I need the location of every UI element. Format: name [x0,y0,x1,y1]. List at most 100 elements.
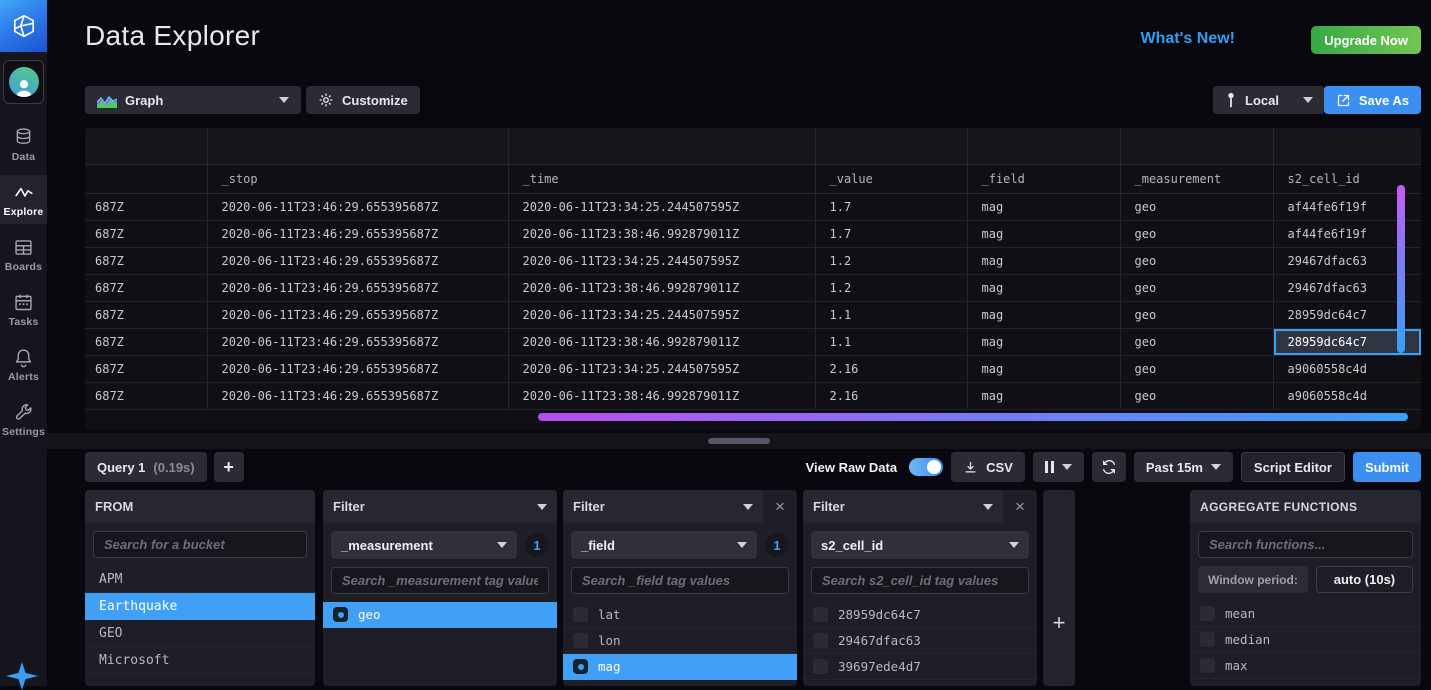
table-cell[interactable]: 2.16 [815,355,967,382]
bucket-list-item[interactable]: APM [85,566,315,593]
checkbox[interactable] [1200,606,1215,621]
table-cell[interactable]: 2020-06-11T23:38:46.992879011Z [508,220,815,247]
table-cell[interactable]: 2.16 [815,382,967,409]
table-cell[interactable]: 2020-06-11T23:46:29.655395687Z [207,247,508,274]
table-cell[interactable]: 687Z [85,247,207,274]
filter-card-header[interactable]: Filter [323,490,557,523]
tag-value-search-input[interactable] [811,567,1029,594]
tag-key-dropdown[interactable]: _measurement [331,531,517,559]
function-list-item[interactable]: max [1190,653,1421,679]
tag-value-item[interactable]: mag [563,654,797,680]
table-cell[interactable]: 2020-06-11T23:38:46.992879011Z [508,382,815,409]
close-filter-button[interactable]: × [1003,490,1037,523]
filter-card-header[interactable]: Filter [563,490,763,523]
table-cell[interactable]: 2020-06-11T23:46:29.655395687Z [207,301,508,328]
table-cell[interactable]: 1.7 [815,220,967,247]
table-cell[interactable]: geo [1120,220,1273,247]
table-cell[interactable]: mag [967,328,1120,355]
column-header[interactable]: _field [967,164,1120,193]
column-header[interactable]: _value [815,164,967,193]
table-cell[interactable]: a9060558c4d [1273,382,1421,409]
scope-dropdown[interactable]: Local [1213,86,1325,114]
table-cell[interactable]: 2020-06-11T23:34:25.244507595Z [508,247,815,274]
save-as-button[interactable]: Save As [1324,86,1421,114]
function-list-item[interactable]: median [1190,627,1421,653]
table-cell[interactable]: geo [1120,301,1273,328]
checkbox[interactable] [573,633,588,648]
tag-value-item[interactable]: 39697ede4d7 [803,654,1037,680]
table-cell[interactable]: mag [967,247,1120,274]
sidebar-item-settings[interactable]: Settings [0,395,47,444]
tag-value-item[interactable]: 29467dfac63 [803,628,1037,654]
table-cell[interactable]: 2020-06-11T23:46:29.655395687Z [207,328,508,355]
close-filter-button[interactable]: × [763,490,797,523]
column-header[interactable]: _measurement [1120,164,1273,193]
table-cell[interactable]: 2020-06-11T23:34:25.244507595Z [508,193,815,220]
table-cell[interactable]: mag [967,382,1120,409]
tag-key-dropdown[interactable]: s2_cell_id [811,531,1029,559]
tag-value-item[interactable]: 28959dc64c7 [803,602,1037,628]
table-cell[interactable]: geo [1120,355,1273,382]
csv-download-button[interactable]: CSV [951,452,1025,482]
resize-drag-handle[interactable] [708,438,770,444]
influxdb-logo[interactable] [0,0,47,52]
upgrade-now-button[interactable]: Upgrade Now [1311,26,1421,54]
tag-value-item[interactable]: lon [563,628,797,654]
table-cell[interactable]: 2020-06-11T23:34:25.244507595Z [508,355,815,382]
table-cell[interactable]: geo [1120,328,1273,355]
table-cell[interactable]: 687Z [85,274,207,301]
table-cell[interactable]: 2020-06-11T23:46:29.655395687Z [207,355,508,382]
refresh-button[interactable] [1092,452,1126,482]
column-header-clipped[interactable] [85,164,207,193]
view-type-dropdown[interactable]: Graph [85,86,301,114]
table-cell[interactable]: 1.2 [815,247,967,274]
time-range-dropdown[interactable]: Past 15m [1134,452,1233,482]
user-avatar[interactable] [3,60,44,104]
table-cell[interactable]: geo [1120,274,1273,301]
query-tab[interactable]: Query 1 (0.19s) [85,452,207,482]
table-cell[interactable]: 687Z [85,193,207,220]
sidebar-item-tasks[interactable]: Tasks [0,285,47,334]
checkbox[interactable] [573,607,588,622]
table-cell[interactable]: a9060558c4d [1273,355,1421,382]
checkbox[interactable] [573,659,588,674]
table-cell[interactable]: 687Z [85,382,207,409]
tag-key-dropdown[interactable]: _field [571,531,757,559]
bucket-list-item[interactable]: GEO [85,620,315,647]
window-period-value[interactable]: auto (10s) [1316,566,1413,593]
bucket-list-item[interactable]: Earthquake [85,593,315,620]
table-cell[interactable]: 1.1 [815,328,967,355]
whats-new-link[interactable]: What's New! [1141,30,1235,48]
table-cell[interactable]: 687Z [85,355,207,382]
table-cell[interactable]: 2020-06-11T23:38:46.992879011Z [508,274,815,301]
checkbox[interactable] [1200,632,1215,647]
tag-value-search-input[interactable] [331,567,549,594]
table-cell[interactable]: 2020-06-11T23:34:25.244507595Z [508,301,815,328]
sidebar-item-data[interactable]: Data [0,120,47,169]
function-list-item[interactable]: mean [1190,601,1421,627]
filter-card-header[interactable]: Filter [803,490,1003,523]
sidebar-item-boards[interactable]: Boards [0,230,47,279]
checkbox[interactable] [333,607,348,622]
horizontal-scrollbar[interactable] [538,413,1408,421]
checkbox[interactable] [813,607,828,622]
bucket-search-input[interactable] [93,531,307,558]
bucket-list-item[interactable]: Microsoft [85,647,315,674]
table-cell[interactable]: 1.2 [815,274,967,301]
table-cell[interactable]: mag [967,193,1120,220]
checkbox[interactable] [813,659,828,674]
tag-value-item[interactable]: lat [563,602,797,628]
table-cell[interactable]: 2020-06-11T23:46:29.655395687Z [207,193,508,220]
sidebar-item-explore[interactable]: Explore [0,175,47,224]
checkbox[interactable] [813,633,828,648]
vertical-scrollbar[interactable] [1397,185,1405,353]
checkbox[interactable] [1200,658,1215,673]
sidebar-item-alerts[interactable]: Alerts [0,340,47,389]
table-cell[interactable]: geo [1120,247,1273,274]
table-cell[interactable]: mag [967,355,1120,382]
pause-button[interactable] [1033,452,1084,482]
window-period-label[interactable]: Window period: [1198,566,1308,593]
script-editor-button[interactable]: Script Editor [1241,452,1345,482]
table-cell[interactable]: mag [967,301,1120,328]
table-cell[interactable]: 1.1 [815,301,967,328]
